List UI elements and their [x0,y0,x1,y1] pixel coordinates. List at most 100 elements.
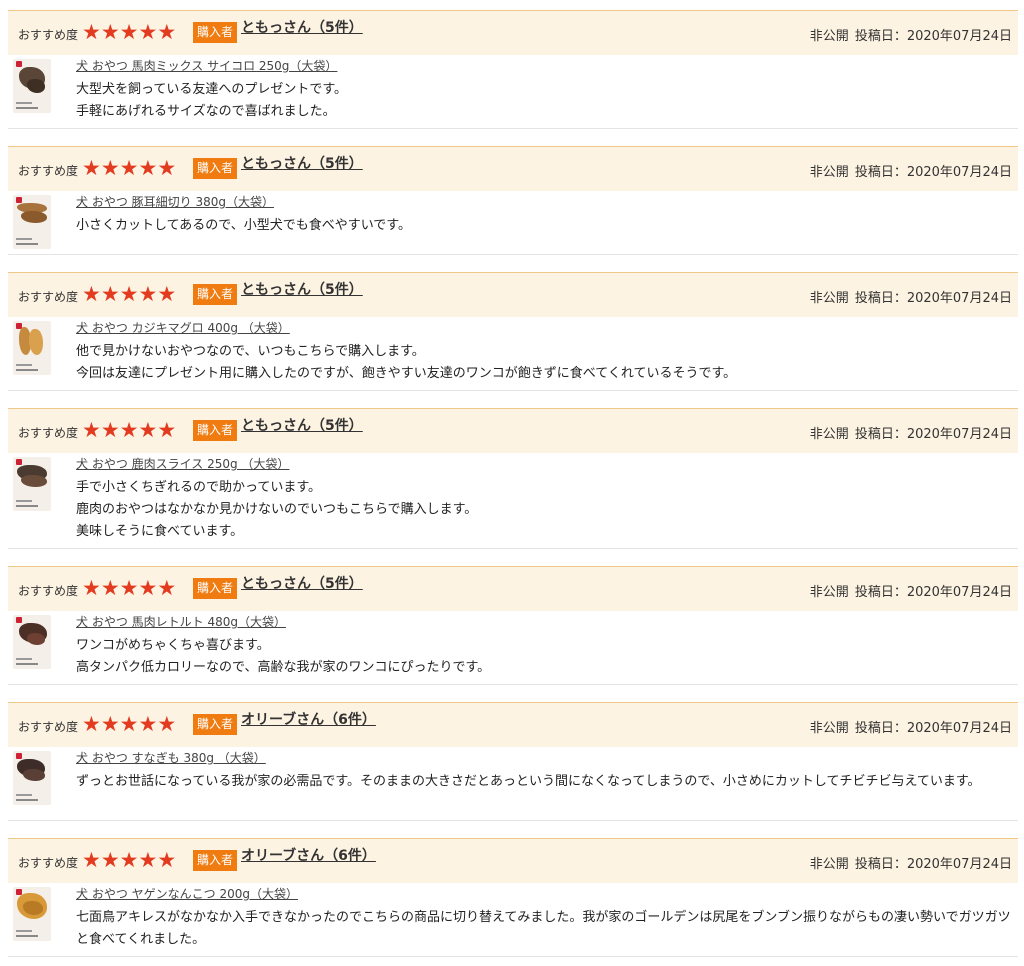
posted-date: 2020年07月24日 [906,721,1012,736]
star-icon: ★ [100,848,120,872]
review-card: おすすめ度 ★★★★★ 購入者 オリーブさん（6件） 非公開 投稿日：2020年0… [8,838,1018,957]
star-icon: ★ [119,848,139,872]
product-link[interactable]: 犬 おやつ カジキマグロ 400g （大袋） [76,319,290,336]
review-meta: 非公開 投稿日：2020年07月24日 [810,853,1012,872]
review-meta: 非公開 投稿日：2020年07月24日 [810,161,1012,180]
product-thumbnail[interactable] [13,457,51,511]
posted-date: 2020年07月24日 [906,29,1012,44]
review-card: おすすめ度 ★★★★★ 購入者 ともっさん（5件） 非公開 投稿日：2020年07… [8,146,1018,255]
reviewer-link[interactable]: ともっさん（5件） [241,279,363,299]
review-meta: 非公開 投稿日：2020年07月24日 [810,287,1012,306]
star-icon: ★ [100,20,120,44]
star-icon: ★ [82,712,101,736]
star-rating: ★★★★★ [82,576,176,600]
review-line: 手で小さくちぎれるので助かっています。 [76,480,322,495]
review-text: ワンコがめちゃくちゃ喜びます。 高タンパク低カロリーなので、高齢な我が家のワンコ… [76,635,1011,679]
star-icon: ★ [157,712,177,736]
review-card: おすすめ度 ★★★★★ 購入者 ともっさん（5件） 非公開 投稿日：2020年07… [8,10,1018,129]
star-rating: ★★★★★ [82,848,177,872]
review-line: 手軽にあげれるサイズなので喜ばれました。 [76,104,336,119]
posted-label: 投稿日： [854,427,907,442]
buyer-badge: 購入者 [193,850,238,871]
privacy-label: 非公開 [809,585,849,600]
star-icon: ★ [100,156,120,180]
review-line: 美味しそうに食べています。 [76,524,244,539]
buyer-badge: 購入者 [193,578,238,599]
star-icon: ★ [157,282,177,306]
product-thumbnail[interactable] [13,321,51,375]
star-icon: ★ [157,848,177,872]
reviewer-link[interactable]: ともっさん（5件） [241,415,363,435]
star-icon: ★ [138,282,158,306]
buyer-badge: 購入者 [193,714,238,735]
recommend-label: おすすめ度 [18,584,79,598]
product-thumbnail[interactable] [13,195,51,249]
posted-date: 2020年07月24日 [906,427,1012,442]
star-icon: ★ [138,576,158,600]
review-header: おすすめ度 ★★★★★ 購入者 ともっさん（5件） 非公開 投稿日：2020年07… [8,566,1018,611]
reviewer-link[interactable]: オリーブさん（6件） [241,709,376,729]
posted-date: 2020年07月24日 [906,857,1012,872]
review-line: 大型犬を飼っている友達へのプレゼントです。 [76,82,348,97]
posted-label: 投稿日： [854,291,907,306]
privacy-label: 非公開 [809,29,849,44]
star-icon: ★ [119,418,139,442]
review-line: 高タンパク低カロリーなので、高齢な我が家のワンコにぴったりです。 [76,660,491,675]
product-link[interactable]: 犬 おやつ すなぎも 380g （大袋） [76,749,266,766]
product-link[interactable]: 犬 おやつ 馬肉レトルト 480g（大袋） [76,613,286,630]
reviewer-link[interactable]: ともっさん（5件） [241,573,363,593]
posted-label: 投稿日： [854,857,907,872]
posted-label: 投稿日： [854,721,907,736]
star-icon: ★ [138,848,158,872]
posted-date: 2020年07月24日 [906,165,1012,180]
product-link[interactable]: 犬 おやつ 豚耳細切り 380g（大袋） [76,193,274,210]
product-link[interactable]: 犬 おやつ 鹿肉スライス 250g （大袋） [76,455,289,472]
review-header: おすすめ度 ★★★★★ 購入者 ともっさん（5件） 非公開 投稿日：2020年07… [8,146,1018,191]
product-thumbnail[interactable] [13,59,51,113]
reviewer-link[interactable]: ともっさん（5件） [241,17,363,37]
star-icon: ★ [157,156,177,180]
review-text: 七面鳥アキレスがなかなか入手できなかったのでこちらの商品に切り替えてみました。我… [76,907,1011,951]
buyer-badge: 購入者 [193,284,238,305]
reviewer-link[interactable]: オリーブさん（6件） [241,845,376,865]
product-thumbnail[interactable] [13,751,51,805]
review-card: おすすめ度 ★★★★★ 購入者 ともっさん（5件） 非公開 投稿日：2020年07… [8,408,1018,549]
review-meta: 非公開 投稿日：2020年07月24日 [810,717,1012,736]
review-header: おすすめ度 ★★★★★ 購入者 ともっさん（5件） 非公開 投稿日：2020年07… [8,272,1018,317]
review-line: 今回は友達にプレゼント用に購入したのですが、飽きやすい友達のワンコが飽きずに食べ… [76,366,737,381]
review-line: ワンコがめちゃくちゃ喜びます。 [76,638,270,653]
review-text: 小さくカットしてあるので、小型犬でも食べやすいです。 [76,215,1011,237]
review-meta: 非公開 投稿日：2020年07月24日 [810,581,1012,600]
privacy-label: 非公開 [809,291,849,306]
review-line: 鹿肉のおやつはなかなか見かけないのでいつもこちらで購入します。 [76,502,478,517]
privacy-label: 非公開 [809,427,849,442]
star-icon: ★ [138,156,158,180]
star-rating: ★★★★★ [82,20,176,44]
review-header: おすすめ度 ★★★★★ 購入者 ともっさん（5件） 非公開 投稿日：2020年07… [8,10,1018,55]
star-rating: ★★★★★ [82,712,177,736]
star-icon: ★ [82,576,101,600]
review-header: おすすめ度 ★★★★★ 購入者 オリーブさん（6件） 非公開 投稿日：2020年0… [8,838,1018,883]
product-thumbnail[interactable] [13,887,51,941]
product-link[interactable]: 犬 おやつ 馬肉ミックス サイコロ 250g（大袋） [76,57,337,74]
product-link[interactable]: 犬 おやつ ヤゲンなんこつ 200g（大袋） [76,885,298,902]
review-line: 小さくカットしてあるので、小型犬でも食べやすいです。 [76,218,412,233]
recommend-label: おすすめ度 [18,720,79,734]
star-icon: ★ [100,282,120,306]
star-icon: ★ [138,20,158,44]
review-text: 他で見かけないおやつなので、いつもこちらで購入します。 今回は友達にプレゼント用… [76,341,1011,385]
privacy-label: 非公開 [809,857,849,872]
star-icon: ★ [119,282,139,306]
star-icon: ★ [138,712,158,736]
review-line: 他で見かけないおやつなので、いつもこちらで購入します。 [76,344,425,359]
reviewer-link[interactable]: ともっさん（5件） [241,153,363,173]
review-header: おすすめ度 ★★★★★ 購入者 ともっさん（5件） 非公開 投稿日：2020年07… [8,408,1018,453]
buyer-badge: 購入者 [193,158,238,179]
review-line: 七面鳥アキレスがなかなか入手できなかったのでこちらの商品に切り替えてみました。我… [76,910,1011,947]
product-thumbnail[interactable] [13,615,51,669]
review-meta: 非公開 投稿日：2020年07月24日 [810,25,1012,44]
star-icon: ★ [100,576,120,600]
recommend-label: おすすめ度 [18,290,79,304]
star-rating: ★★★★★ [82,418,176,442]
review-text: 手で小さくちぎれるので助かっています。 鹿肉のおやつはなかなか見かけないのでいつ… [76,477,1011,543]
